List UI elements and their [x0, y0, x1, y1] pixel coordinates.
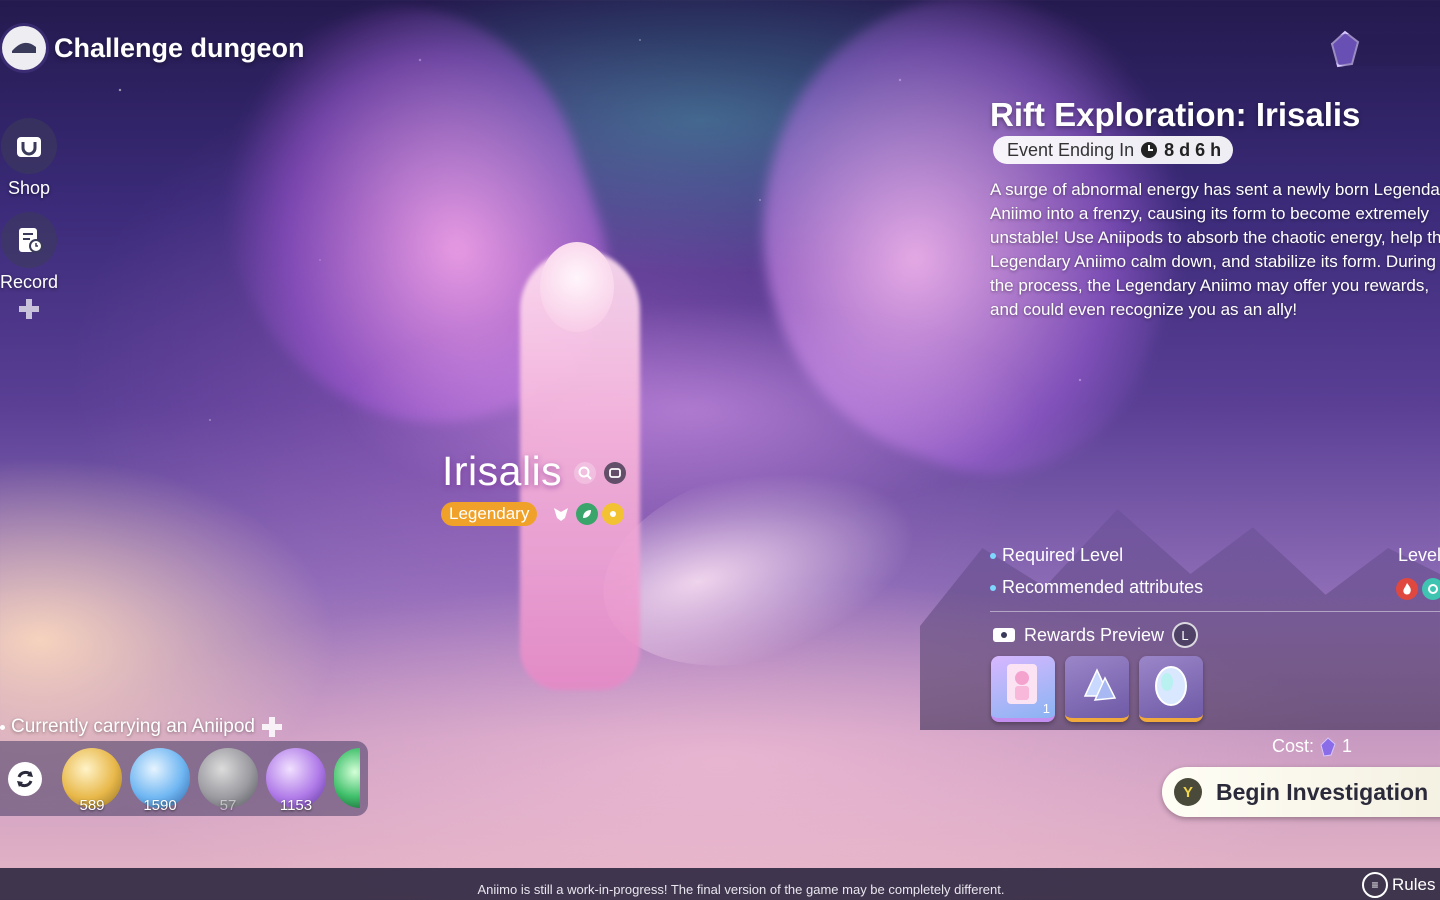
reward-quantity: 1 [1042, 701, 1050, 716]
crystal-cost-icon [1320, 736, 1336, 757]
rewards-preview-label: Rewards Preview [1024, 624, 1165, 645]
swap-button[interactable] [8, 762, 42, 796]
page-title: Challenge dungeon [54, 32, 305, 63]
cost-value: 1 [1342, 736, 1353, 756]
rules-label: Rules [1392, 875, 1436, 894]
gallery-icon[interactable] [604, 462, 626, 484]
timer-label: Event Ending In [1007, 139, 1135, 160]
begin-investigation-button[interactable]: Y Begin Investigation [1162, 767, 1440, 817]
bullet-dot [0, 724, 5, 730]
character-actions [574, 462, 626, 484]
reward-crystal-shards[interactable] [1065, 656, 1129, 722]
begin-investigation-label: Begin Investigation [1216, 778, 1429, 805]
event-timer: Event Ending In 8 d 6 h [993, 136, 1234, 164]
carry-status: Currently carrying an Aniipod [0, 716, 283, 738]
bullet-dot [990, 584, 996, 591]
magnify-icon[interactable] [574, 462, 596, 484]
clock-icon [1141, 142, 1158, 158]
cost-label: Cost: [1272, 736, 1315, 756]
dark-type-icon [550, 503, 572, 525]
event-description: A surge of abnormal energy has sent a ne… [990, 180, 1440, 319]
type-icons [550, 503, 624, 525]
sidebar-item-record[interactable]: Record [0, 212, 58, 293]
reward-character-card[interactable]: 1 [991, 656, 1055, 722]
carry-label: Currently carrying an Aniipod [11, 716, 255, 737]
sidebar-item-label: Shop [7, 178, 51, 198]
aniipod-count: 57 [219, 797, 237, 814]
fire-attribute-icon[interactable] [1396, 578, 1418, 600]
back-button[interactable] [2, 26, 46, 70]
required-level-value: Level [1398, 545, 1440, 565]
hero-head [540, 242, 614, 332]
record-clock-icon [1, 212, 57, 268]
rewards-preview-header[interactable]: Rewards Preview L [992, 622, 1199, 648]
recommended-attributes-label: Recommended attributes [1002, 577, 1204, 597]
sidebar-item-shop[interactable]: Shop [0, 118, 58, 199]
l-button-hint: L [1172, 622, 1199, 648]
currency-bar [1330, 34, 1440, 66]
shop-bag-icon [1, 118, 57, 174]
dpad-icon [261, 717, 282, 737]
footer-notice: Aniimo is still a work-in-progress! The … [477, 882, 1005, 897]
reward-aurora-egg[interactable] [1139, 656, 1203, 722]
menu-lines-icon: ≡ [1362, 872, 1388, 898]
light-type-icon [602, 503, 624, 525]
required-level-row: Required Level [990, 545, 1123, 566]
timer-value: 8 d 6 h [1164, 139, 1222, 160]
sidebar-item-label: Record [0, 272, 59, 292]
bullet-dot [990, 552, 996, 559]
dpad-icon [19, 299, 39, 319]
attribute-icons [1396, 578, 1440, 600]
rewards-list: 1 [991, 656, 1203, 722]
y-button-hint: Y [1174, 778, 1202, 806]
rarity-badge: Legendary [441, 502, 538, 526]
aniipod-count: 589 [79, 797, 105, 814]
top-bar: Challenge dungeon [0, 26, 305, 70]
event-title: Rift Exploration: Irisalis [990, 96, 1361, 133]
section-divider [990, 611, 1440, 612]
aurora-egg-icon [1155, 666, 1187, 706]
aniipod-count: 1590 [143, 797, 177, 814]
rules-button[interactable]: ≡ Rules [1362, 872, 1435, 898]
ticket-icon [993, 628, 1015, 642]
required-level-label: Required Level [1002, 545, 1124, 565]
recommended-attributes-row: Recommended attributes [990, 577, 1203, 598]
back-arrow-icon [12, 42, 36, 53]
swap-icon [17, 770, 33, 788]
crystal-shards-icon [1083, 668, 1117, 701]
wind-attribute-icon[interactable] [1422, 578, 1440, 600]
leaf-type-icon [576, 503, 598, 525]
cost-row: Cost: 1 [1272, 736, 1352, 757]
aniipod-count: 1153 [279, 797, 313, 814]
character-name: Irisalis [442, 448, 563, 494]
